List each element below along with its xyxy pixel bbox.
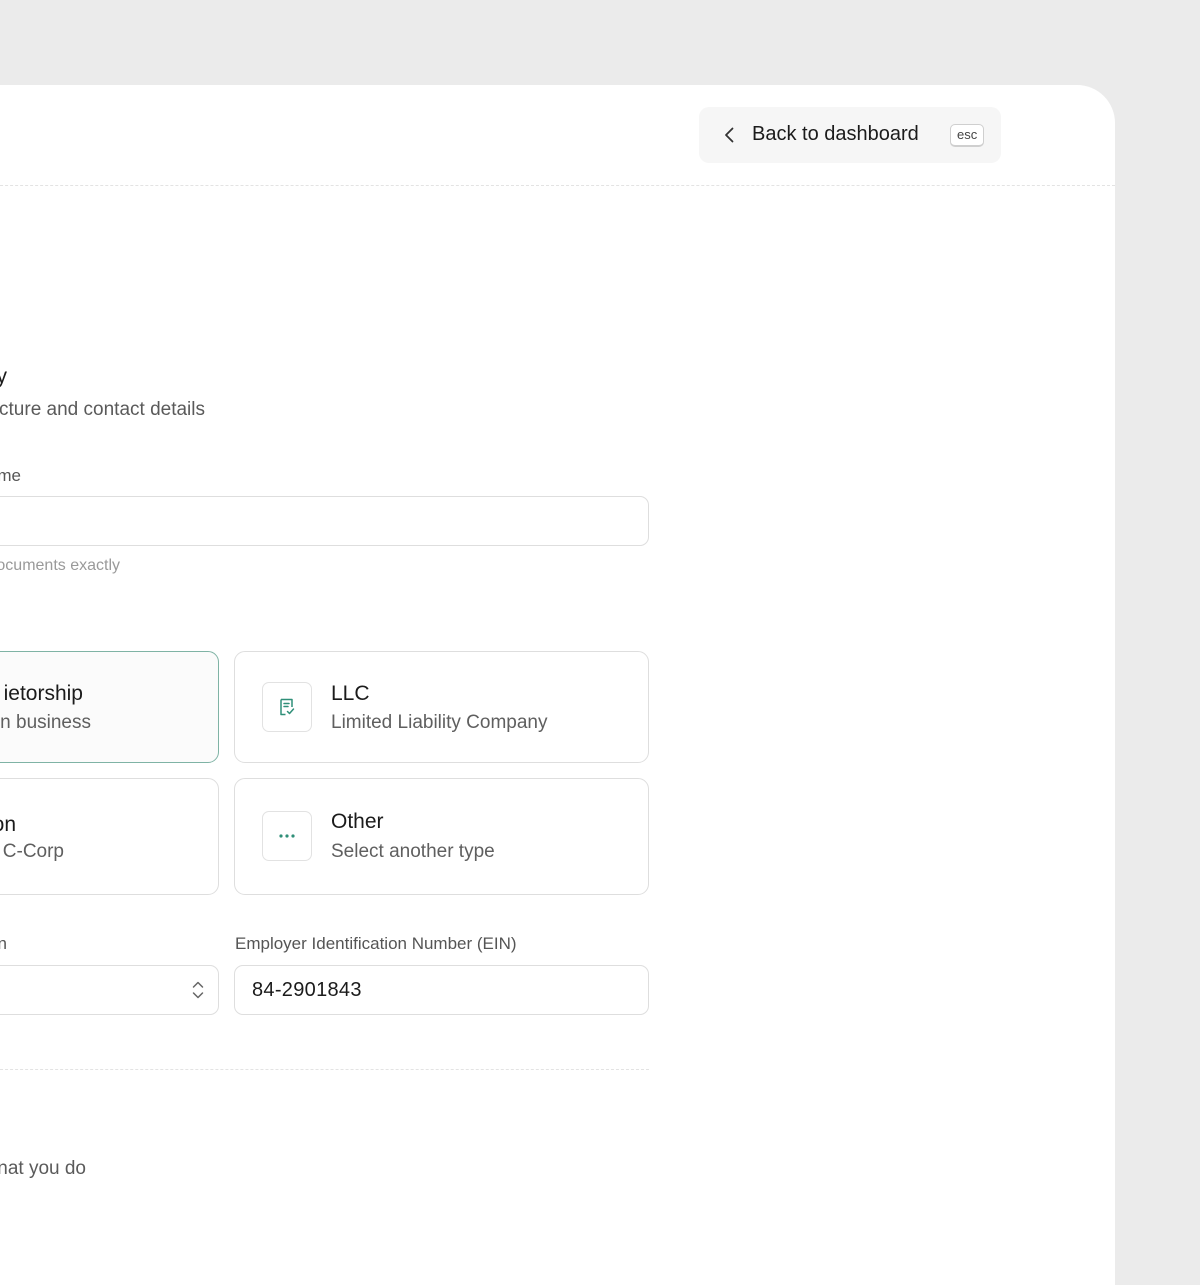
document-check-icon xyxy=(280,698,295,716)
entity-card-corporation[interactable]: on C-Corp xyxy=(0,778,219,895)
other-icon-box xyxy=(262,811,312,861)
header-divider xyxy=(0,185,1115,186)
llc-icon-box xyxy=(262,682,312,732)
entity-card-title: ietorship xyxy=(3,682,83,705)
legal-name-input[interactable] xyxy=(0,496,649,546)
entity-card-subtitle: Limited Liability Company xyxy=(331,712,548,733)
entity-card-subtitle: n business xyxy=(0,712,91,733)
next-section-subtitle: nat you do xyxy=(0,1158,86,1179)
entity-card-title: LLC xyxy=(331,682,370,705)
entity-card-subtitle: C-Corp xyxy=(2,841,64,862)
content-area: Back to dashboard esc y structure and co… xyxy=(0,85,1115,1285)
section-title: y xyxy=(0,365,7,388)
onboarding-panel: Back to dashboard esc y structure and co… xyxy=(0,85,1115,1285)
select-arrows-icon xyxy=(192,981,204,999)
back-to-dashboard-button[interactable]: Back to dashboard esc xyxy=(699,107,1001,163)
ein-label: Employer Identification Number (EIN) xyxy=(235,934,517,953)
entity-card-sole-proprietorship[interactable]: ietorship n business xyxy=(0,651,219,763)
entity-card-title: on xyxy=(0,813,16,836)
entity-card-title: Other xyxy=(331,810,384,833)
ein-input[interactable]: 84-2901843 xyxy=(234,965,649,1015)
entity-card-llc[interactable]: LLC Limited Liability Company xyxy=(234,651,649,763)
legal-name-hint: on documents exactly xyxy=(0,557,120,574)
esc-shortcut-badge: esc xyxy=(950,124,985,147)
chevron-left-icon xyxy=(725,127,734,143)
back-to-dashboard-label: Back to dashboard xyxy=(752,123,919,145)
ein-value: 84-2901843 xyxy=(252,979,362,1001)
state-select[interactable] xyxy=(0,965,219,1015)
legal-name-label: me xyxy=(0,466,21,485)
entity-card-subtitle: Select another type xyxy=(331,841,495,862)
entity-card-other[interactable]: Other Select another type xyxy=(234,778,649,895)
section-divider xyxy=(0,1069,649,1070)
more-dots-icon xyxy=(279,834,295,838)
section-subtitle: structure and contact details xyxy=(0,399,205,420)
state-label: n xyxy=(0,934,7,953)
